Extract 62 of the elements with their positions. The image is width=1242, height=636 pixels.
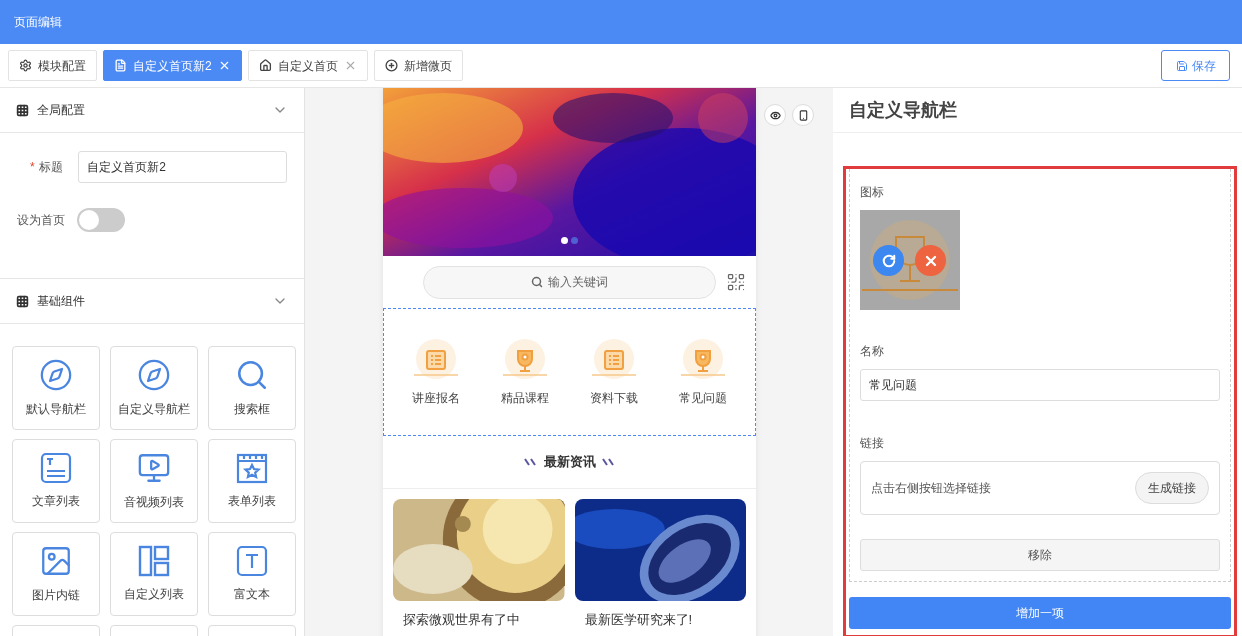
search-field[interactable]: 输入关键词 xyxy=(423,265,716,299)
refresh-icon xyxy=(881,253,896,268)
search-icon xyxy=(235,358,269,392)
tab[interactable]: 自定义首页 xyxy=(247,50,368,81)
search-icon xyxy=(531,276,543,288)
image-icon xyxy=(39,544,73,578)
slash-decoration-icon xyxy=(601,458,616,466)
component-card[interactable]: 文章列表 xyxy=(12,439,100,523)
phone-icon xyxy=(797,109,809,121)
section-title: 最新资讯 xyxy=(543,453,596,472)
toggle-switch[interactable] xyxy=(77,208,125,232)
page-title: 页面编辑 xyxy=(14,14,62,31)
compass-icon xyxy=(137,358,171,392)
video-icon xyxy=(137,451,171,485)
field-label: 设为首页 xyxy=(17,212,66,229)
save-button[interactable]: 保存 xyxy=(1161,50,1230,81)
grid-icon xyxy=(16,103,29,117)
preview-button[interactable] xyxy=(764,104,786,126)
nav-item[interactable]: 讲座报名 xyxy=(410,337,463,407)
section-header[interactable]: 基础组件 xyxy=(0,279,304,324)
component-card[interactable]: 表单列表 xyxy=(208,439,296,523)
nav-item[interactable]: 资料下载 xyxy=(587,337,640,407)
article-title[interactable]: 探索微观世界有了中 xyxy=(393,610,565,630)
component-card[interactable]: 图片内链 xyxy=(12,532,100,616)
article-title[interactable]: 最新医学研究来了! xyxy=(574,610,746,630)
nav-item[interactable]: 常见问题 xyxy=(676,337,729,407)
field-label: 名称 xyxy=(860,343,885,360)
remove-button[interactable]: 移除 xyxy=(860,539,1220,571)
component-card[interactable]: 自定义列表 xyxy=(110,532,198,616)
document-icon xyxy=(40,452,72,484)
mobile-view-button[interactable] xyxy=(792,104,814,126)
field-label: 标题 xyxy=(38,159,64,176)
tab[interactable]: 新增微页 xyxy=(373,50,463,81)
qr-code-icon[interactable] xyxy=(726,272,746,292)
panel-title: 自定义导航栏 xyxy=(849,98,957,122)
save-icon xyxy=(1175,59,1188,72)
file-icon xyxy=(114,59,127,72)
slash-decoration-icon xyxy=(523,458,538,466)
nav-item[interactable]: 精品课程 xyxy=(499,337,552,407)
generate-link-button[interactable]: 生成链接 xyxy=(1135,472,1209,504)
title-field[interactable]: 自定义首页新2 xyxy=(78,151,287,183)
grid-icon xyxy=(16,294,29,308)
component-card[interactable]: 默认导航栏 xyxy=(12,346,100,430)
component-card[interactable]: 自定义导航栏 xyxy=(110,346,198,430)
add-item-button[interactable]: 增加一项 xyxy=(849,597,1231,629)
name-field[interactable]: 常见问题 xyxy=(860,369,1220,401)
field-label: 图标 xyxy=(860,184,885,201)
field-label: 链接 xyxy=(860,435,885,452)
compass-icon xyxy=(39,358,73,392)
tab[interactable]: 模块配置 xyxy=(8,50,97,81)
gear-icon xyxy=(19,59,32,72)
component-card[interactable]: 音视频列表 xyxy=(110,439,198,523)
eye-icon xyxy=(769,109,781,121)
link-field[interactable]: 点击右侧按钮选择链接 生成链接 xyxy=(860,461,1220,515)
plus-icon xyxy=(384,59,398,72)
required-mark: * xyxy=(30,159,35,176)
component-card[interactable]: 富文本 xyxy=(208,532,296,616)
component-card[interactable]: 搜索框 xyxy=(208,346,296,430)
section-header[interactable]: 全局配置 xyxy=(0,88,304,133)
text-icon xyxy=(236,545,268,577)
layout-icon xyxy=(138,545,170,577)
home-icon xyxy=(258,59,272,72)
